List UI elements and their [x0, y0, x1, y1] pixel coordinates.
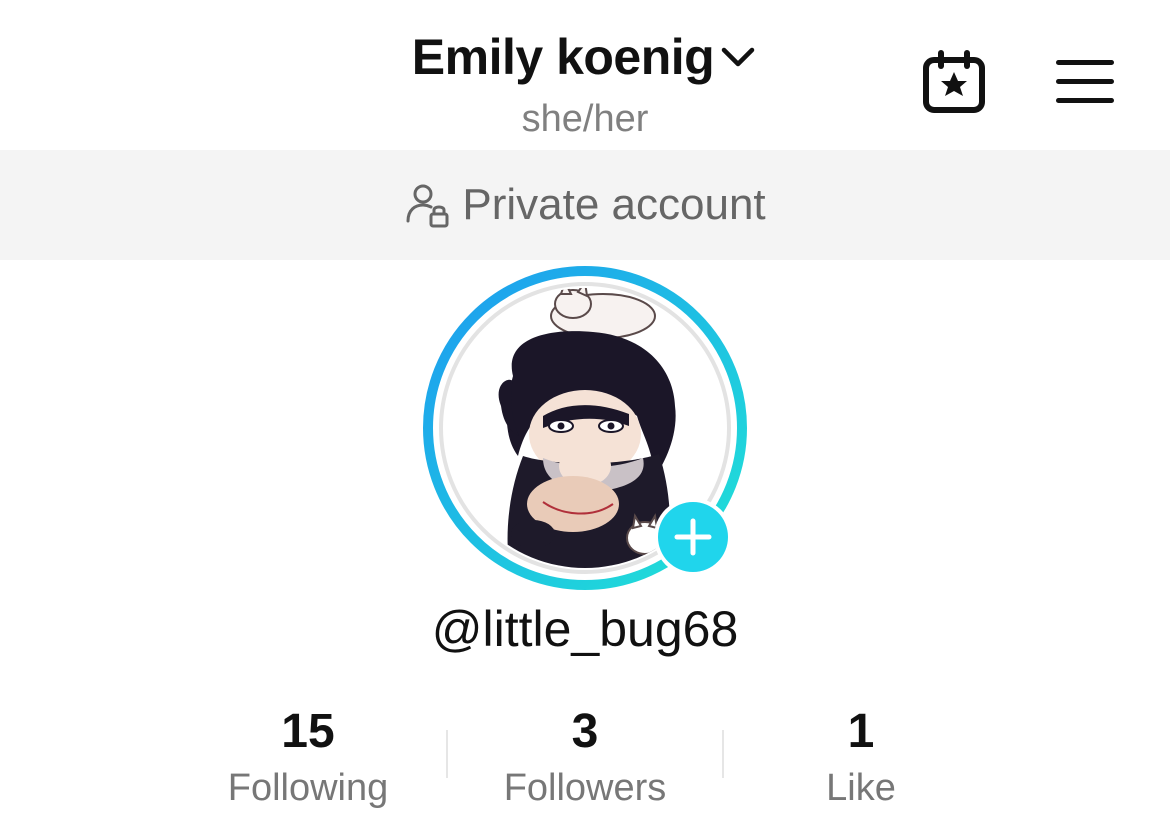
private-account-banner: Private account [0, 150, 1170, 260]
stat-following[interactable]: 15 Following [170, 700, 446, 814]
private-account-label: Private account [462, 180, 766, 229]
profile-stats: 15 Following 3 Followers 1 Like [170, 700, 1000, 819]
pronouns: she/her [521, 98, 649, 140]
profile-header: Emily koenig she/her [0, 0, 1170, 150]
account-switcher[interactable]: Emily koenig [0, 28, 1170, 86]
followers-count: 3 [571, 705, 599, 758]
user-lock-icon [406, 184, 449, 228]
stats-divider [446, 730, 448, 778]
display-name[interactable]: Emily koenig [412, 28, 715, 86]
likes-label: Like [826, 767, 896, 809]
username: @little_bug68 [431, 601, 739, 657]
stat-followers[interactable]: 3 Followers [447, 700, 723, 814]
stats-divider [722, 730, 724, 778]
stat-likes[interactable]: 1 Like [723, 700, 999, 814]
plus-icon [674, 518, 712, 556]
following-count: 15 [281, 705, 335, 758]
menu-button[interactable] [1052, 56, 1120, 108]
following-label: Following [227, 767, 389, 809]
followers-label: Followers [503, 767, 667, 809]
add-avatar-button[interactable] [654, 498, 732, 576]
add-avatar-button-inner [658, 502, 728, 572]
likes-count: 1 [847, 705, 875, 758]
calendar-button[interactable] [918, 48, 990, 116]
hamburger-menu-icon [1056, 60, 1114, 103]
chevron-down-icon[interactable] [718, 37, 758, 77]
calendar-star-icon [923, 50, 985, 113]
